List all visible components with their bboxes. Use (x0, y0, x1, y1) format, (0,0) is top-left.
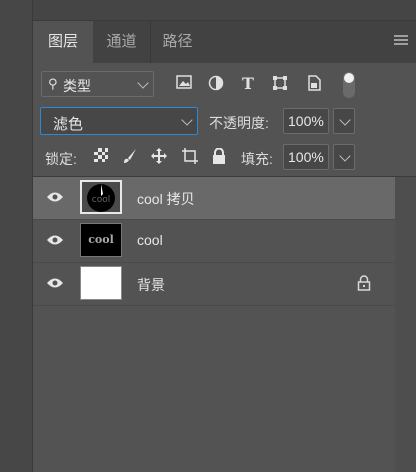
tab-layers[interactable]: 图层 (33, 21, 93, 63)
svg-text:cool: cool (92, 195, 110, 205)
chevron-down-icon (339, 150, 351, 162)
lock-row: 锁定: 填充: 100% (33, 143, 416, 173)
tab-paths[interactable]: 路径 (150, 21, 205, 63)
panel-top-strip (33, 0, 416, 21)
smart-object-filter-icon[interactable] (305, 75, 323, 93)
layer-name: cool 拷贝 (137, 191, 195, 207)
blend-mode-value: 滤色 (53, 116, 84, 133)
shape-filter-icon[interactable] (271, 75, 289, 93)
chevron-down-icon (339, 114, 351, 126)
fill-value: 100% (288, 149, 324, 165)
chevron-down-icon (181, 114, 193, 126)
layer-row-cool-copy[interactable]: cool cool 拷贝 (33, 177, 395, 220)
layer-filter-row: ⚲ 类型 T (33, 70, 416, 100)
panel-tabbar: 图层 通道 路径 (33, 21, 416, 63)
layer-name: cool (137, 232, 163, 248)
adjustment-filter-icon[interactable] (207, 75, 225, 93)
layer-row-cool[interactable]: cool cool (33, 220, 395, 263)
image-filter-icon[interactable] (175, 75, 193, 93)
layers-list: cool cool 拷贝 cool cool 背景 (33, 177, 416, 306)
filter-kind-select[interactable]: ⚲ 类型 (41, 71, 154, 97)
fill-field[interactable]: 100% (283, 144, 329, 170)
opacity-field[interactable]: 100% (283, 108, 329, 134)
layer-row-background[interactable]: 背景 (33, 263, 395, 306)
blend-mode-select[interactable]: 滤色 (40, 107, 198, 135)
lock-all-icon[interactable] (210, 147, 228, 166)
layer-thumbnail (80, 266, 122, 300)
type-filter-icon[interactable]: T (239, 75, 257, 93)
filter-toggle[interactable] (343, 72, 355, 98)
search-icon: ⚲ (48, 76, 58, 91)
lock-label: 锁定: (45, 151, 77, 167)
visibility-eye-icon[interactable] (47, 277, 63, 289)
visibility-eye-icon[interactable] (47, 191, 63, 203)
layer-name: 背景 (137, 277, 165, 293)
fill-label: 填充: (241, 151, 273, 167)
blend-row: 滤色 不透明度: 100% (33, 107, 416, 137)
opacity-value: 100% (288, 113, 324, 129)
left-toolbar-strip (0, 0, 33, 472)
layers-scrollbar-track[interactable] (395, 177, 416, 472)
lock-position-icon[interactable] (150, 148, 168, 166)
lock-transparent-pixels-icon[interactable] (92, 148, 110, 166)
layer-thumbnail: cool (80, 180, 122, 214)
filter-kind-value: 类型 (63, 78, 91, 94)
fill-dropdown[interactable] (333, 144, 355, 170)
lock-image-pixels-icon[interactable] (121, 148, 139, 166)
visibility-eye-icon[interactable] (47, 234, 63, 246)
layer-thumbnail: cool (80, 223, 122, 257)
lock-artboard-icon[interactable] (181, 148, 199, 166)
layers-panel: 图层 通道 路径 ⚲ 类型 T 滤色 不透明度: 100% 锁定: 填充: 10… (33, 0, 416, 472)
tab-channels[interactable]: 通道 (93, 21, 151, 63)
lock-icon[interactable] (357, 275, 371, 291)
panel-menu-icon[interactable] (394, 35, 408, 47)
opacity-dropdown[interactable] (333, 108, 355, 134)
chevron-down-icon (137, 77, 149, 89)
opacity-label: 不透明度: (209, 115, 269, 131)
